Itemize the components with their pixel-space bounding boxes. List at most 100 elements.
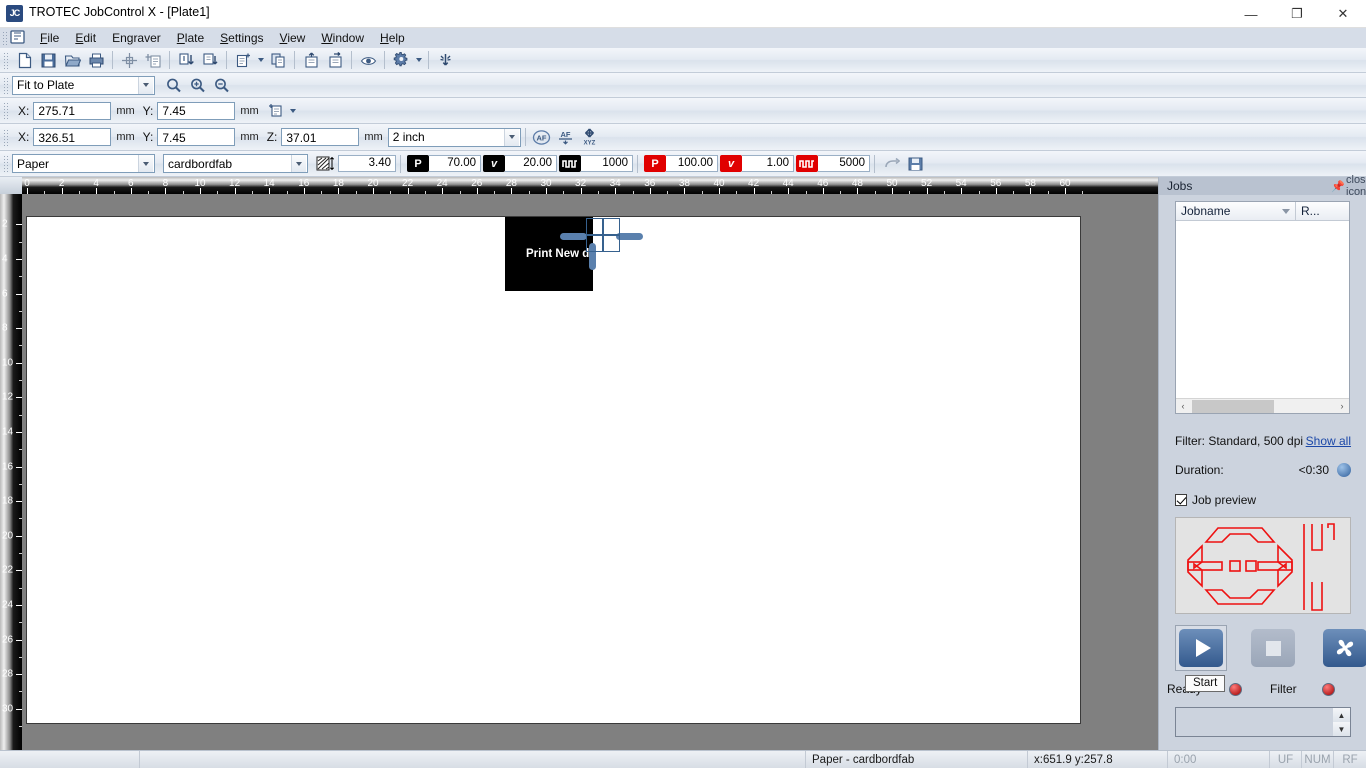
xyz-move-icon[interactable]: XYZ bbox=[578, 126, 602, 148]
maximize-button[interactable]: ❐ bbox=[1274, 0, 1320, 28]
magnifier-minus-icon[interactable] bbox=[209, 74, 233, 96]
add-job-dropdown-icon[interactable] bbox=[255, 49, 266, 71]
object-y-input[interactable]: 7.45 bbox=[157, 101, 236, 120]
copy-position-icon[interactable] bbox=[141, 49, 165, 71]
stop-button[interactable] bbox=[1247, 625, 1299, 671]
sort-descending-icon[interactable] bbox=[1282, 209, 1290, 214]
jobs-list[interactable]: Jobname R... ‹ › bbox=[1175, 201, 1350, 414]
duplicate-job-icon[interactable] bbox=[266, 49, 290, 71]
ventilation-button[interactable] bbox=[1319, 625, 1366, 671]
align-object-icon[interactable] bbox=[264, 100, 288, 122]
gear-dropdown-icon[interactable] bbox=[413, 49, 424, 71]
scroll-thumb[interactable] bbox=[1192, 399, 1274, 413]
selection-box-top-right[interactable] bbox=[603, 218, 620, 235]
thickness-value[interactable]: 3.40 bbox=[338, 155, 396, 172]
align-object-dropdown-icon[interactable] bbox=[288, 100, 299, 122]
machine-y-input[interactable]: 7.45 bbox=[157, 128, 236, 146]
status-spinner[interactable]: ▲ ▼ bbox=[1333, 708, 1350, 736]
machine-z-input[interactable]: 37.01 bbox=[281, 128, 360, 146]
af-focus-icon[interactable]: AF bbox=[554, 126, 578, 148]
job-preview-toggle[interactable]: Job preview bbox=[1175, 493, 1256, 507]
cut-frequency-value[interactable]: 5000 bbox=[818, 155, 870, 172]
job-object[interactable]: Print New docu bbox=[505, 217, 593, 291]
material-combo[interactable]: cardbordfab bbox=[163, 154, 308, 173]
lens-dropdown-icon[interactable] bbox=[503, 128, 519, 146]
save-material-icon[interactable] bbox=[903, 153, 927, 175]
close-button[interactable]: ✕ bbox=[1320, 0, 1366, 28]
engrave-speed-value[interactable]: 20.00 bbox=[505, 155, 557, 172]
toolbar-grip[interactable] bbox=[3, 51, 8, 69]
minimize-button[interactable]: — bbox=[1228, 0, 1274, 28]
center-crosshair-icon[interactable] bbox=[117, 49, 141, 71]
import-icon[interactable] bbox=[299, 49, 323, 71]
position-toolbar-grip[interactable] bbox=[3, 102, 8, 119]
selection-handle-right[interactable] bbox=[616, 233, 643, 240]
save-icon[interactable] bbox=[36, 49, 60, 71]
sort-down-icon[interactable] bbox=[174, 49, 198, 71]
menu-edit[interactable]: Edit bbox=[67, 29, 104, 47]
spinner-down-icon[interactable]: ▼ bbox=[1333, 722, 1350, 736]
close-icon[interactable]: close-icon bbox=[1346, 174, 1366, 198]
menu-window[interactable]: Window bbox=[313, 29, 372, 47]
selection-handle-left[interactable] bbox=[560, 233, 587, 240]
export-icon[interactable] bbox=[323, 49, 347, 71]
engrave-power-icon: P bbox=[407, 155, 429, 172]
af-circle-icon[interactable]: AF bbox=[530, 126, 554, 148]
new-document-icon[interactable] bbox=[12, 49, 36, 71]
job-preview-checkbox[interactable] bbox=[1175, 494, 1187, 506]
ruler-v-label: 28 bbox=[2, 668, 14, 680]
material-group-dropdown-icon[interactable] bbox=[138, 155, 153, 172]
machine-z-unit: mm bbox=[364, 131, 383, 143]
print-icon[interactable] bbox=[84, 49, 108, 71]
gear-icon[interactable] bbox=[389, 49, 413, 71]
machine-y-label: Y: bbox=[142, 130, 154, 144]
clock-icon[interactable] bbox=[1337, 463, 1351, 477]
job-object-label: Print New docu bbox=[526, 248, 593, 260]
engrave-power-value[interactable]: 70.00 bbox=[429, 155, 481, 172]
engrave-frequency-value[interactable]: 1000 bbox=[581, 155, 633, 172]
show-all-link[interactable]: Show all bbox=[1306, 434, 1351, 448]
cut-speed-value[interactable]: 1.00 bbox=[742, 155, 794, 172]
start-button[interactable] bbox=[1175, 625, 1227, 671]
magnifier-icon[interactable] bbox=[161, 74, 185, 96]
machine-toolbar-grip[interactable] bbox=[3, 128, 8, 146]
machine-x-input[interactable]: 326.51 bbox=[33, 128, 112, 146]
add-job-icon[interactable] bbox=[231, 49, 255, 71]
menu-plate[interactable]: Plate bbox=[169, 29, 212, 47]
eye-icon[interactable] bbox=[356, 49, 380, 71]
plate-area[interactable]: Print New docu bbox=[22, 194, 1158, 750]
object-x-input[interactable]: 275.71 bbox=[33, 101, 112, 120]
column-r[interactable]: R... bbox=[1296, 202, 1349, 220]
material-group-combo[interactable]: Paper bbox=[12, 154, 155, 173]
magnifier-plus-icon[interactable] bbox=[185, 74, 209, 96]
scroll-left-arrow[interactable]: ‹ bbox=[1176, 401, 1190, 411]
zoom-mode-dropdown-icon[interactable] bbox=[138, 76, 153, 94]
jobs-list-hscrollbar[interactable]: ‹ › bbox=[1176, 398, 1349, 413]
status-detail-box[interactable]: ▲ ▼ bbox=[1175, 707, 1351, 737]
lens-combo[interactable]: 2 inch bbox=[387, 127, 521, 147]
menu-help[interactable]: Help bbox=[372, 29, 413, 47]
selection-box-top-left[interactable] bbox=[586, 218, 603, 235]
menu-view[interactable]: View bbox=[272, 29, 314, 47]
menu-grip[interactable] bbox=[2, 31, 8, 45]
cut-power-chip: P 100.00 bbox=[644, 155, 718, 172]
place-job-icon[interactable] bbox=[198, 49, 222, 71]
menu-file[interactable]: File bbox=[32, 29, 67, 47]
selection-box-bottom-left[interactable] bbox=[586, 235, 603, 252]
cut-power-value[interactable]: 100.00 bbox=[666, 155, 718, 172]
menu-engraver[interactable]: Engraver bbox=[104, 29, 169, 47]
menu-settings[interactable]: Settings bbox=[212, 29, 271, 47]
scroll-right-arrow[interactable]: › bbox=[1335, 401, 1349, 411]
connect-icon[interactable] bbox=[433, 49, 457, 71]
open-folder-icon[interactable] bbox=[60, 49, 84, 71]
material-toolbar-grip[interactable] bbox=[3, 155, 8, 172]
spinner-up-icon[interactable]: ▲ bbox=[1333, 708, 1350, 722]
material-dropdown-icon[interactable] bbox=[291, 155, 306, 172]
zoom-mode-combo[interactable]: Fit to Plate bbox=[12, 75, 155, 95]
zoom-toolbar-grip[interactable] bbox=[3, 76, 8, 94]
undo-icon[interactable] bbox=[879, 153, 903, 175]
column-jobname[interactable]: Jobname bbox=[1176, 202, 1296, 220]
plate-sheet[interactable]: Print New docu bbox=[26, 216, 1081, 724]
selection-box-bottom-right[interactable] bbox=[603, 235, 620, 252]
pin-icon[interactable]: 📌 bbox=[1330, 180, 1346, 193]
